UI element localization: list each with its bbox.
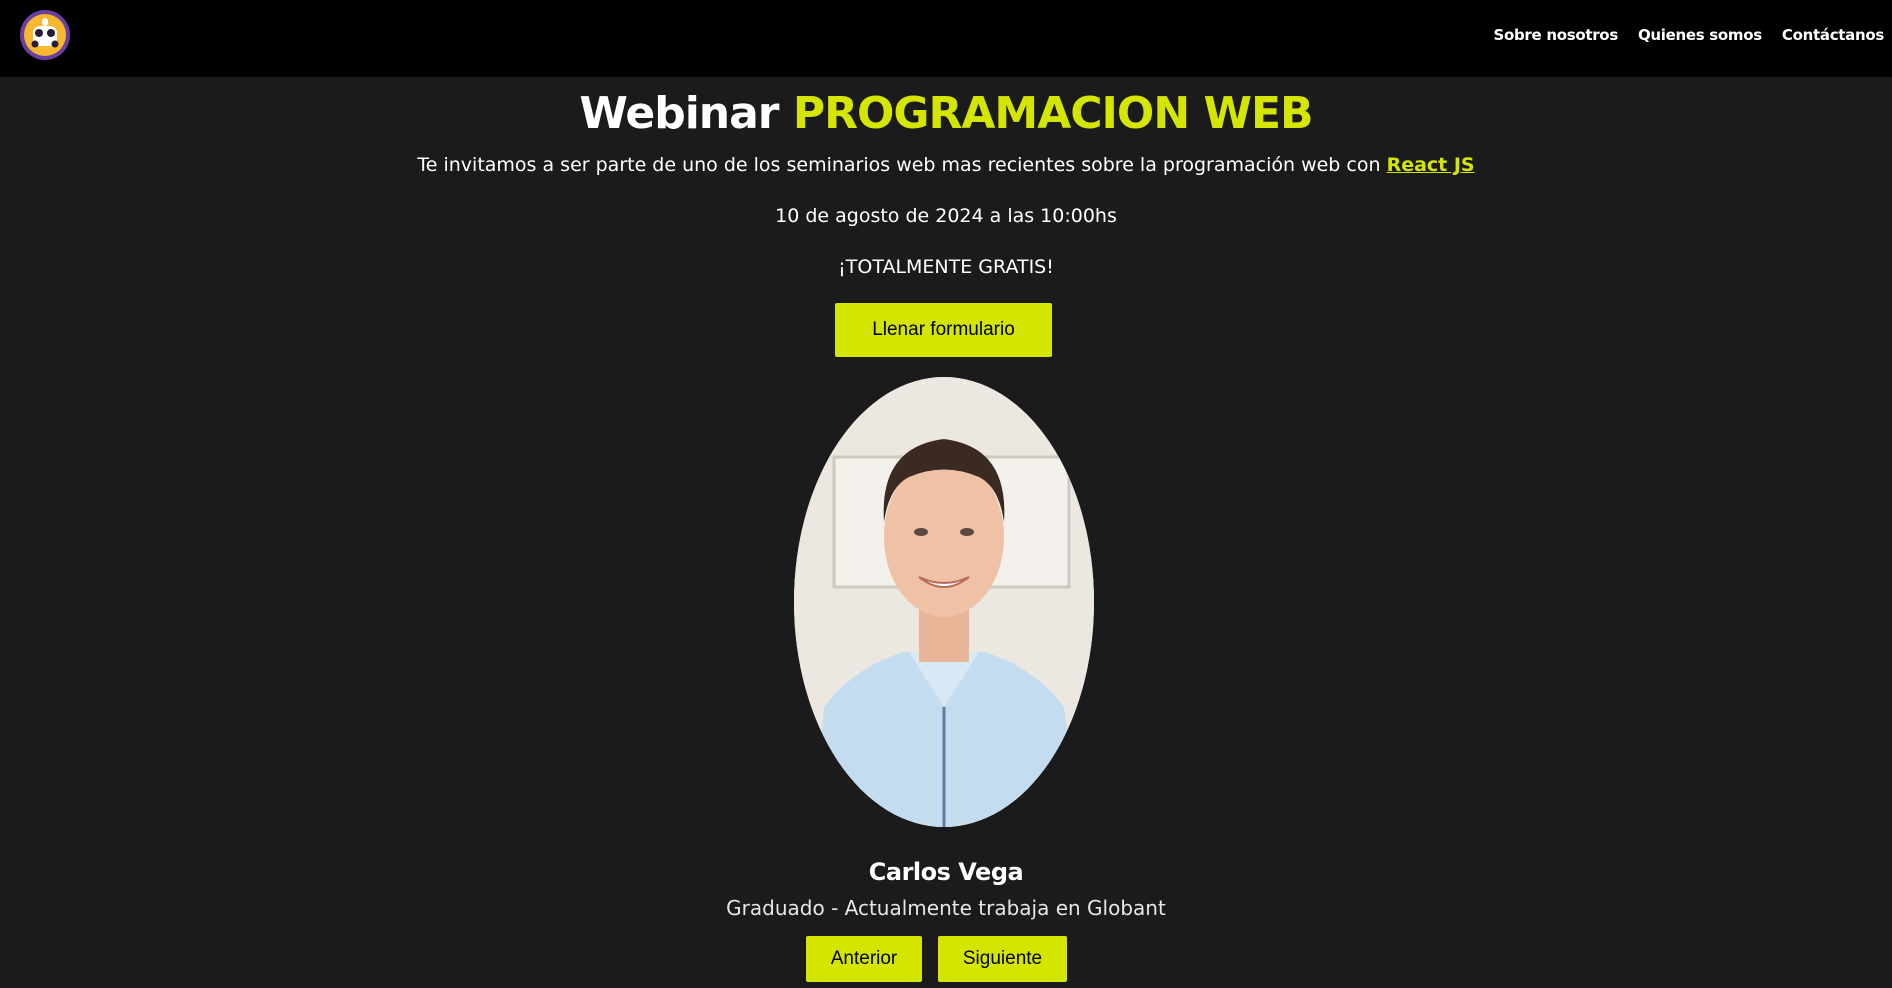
react-js-link[interactable]: React JS [1387,154,1475,176]
next-button[interactable]: Siguiente [938,936,1067,982]
intro-text: Te invitamos a ser parte de uno de los s… [417,154,1381,176]
speaker-role: Graduado - Actualmente trabaja en Globan… [726,896,1166,920]
previous-button[interactable]: Anterior [806,936,922,982]
navbar: Sobre nosotros Quienes somos Contáctanos [0,0,1892,77]
speaker-name: Carlos Vega [868,858,1024,886]
fill-form-button[interactable]: Llenar formulario [835,303,1052,357]
free-notice: ¡TOTALMENTE GRATIS! [838,256,1054,278]
title-accent: PROGRAMACION WEB [792,88,1314,139]
intro-paragraph: Te invitamos a ser parte de uno de los s… [0,152,1892,178]
nav-link-contactanos[interactable]: Contáctanos [1782,26,1884,44]
event-date: 10 de agosto de 2024 a las 10:00hs [775,205,1117,227]
speaker-photo [794,377,1094,827]
page-title: Webinar PROGRAMACION WEB [0,88,1892,140]
nav-link-quienes-somos[interactable]: Quienes somos [1638,26,1762,44]
title-prefix: Webinar [579,88,779,139]
nav-link-sobre-nosotros[interactable]: Sobre nosotros [1493,26,1618,44]
nav-menu: Sobre nosotros Quienes somos Contáctanos [1493,26,1884,44]
webinar-logo-icon[interactable] [18,8,72,62]
speaker-portrait-image [794,377,1094,827]
